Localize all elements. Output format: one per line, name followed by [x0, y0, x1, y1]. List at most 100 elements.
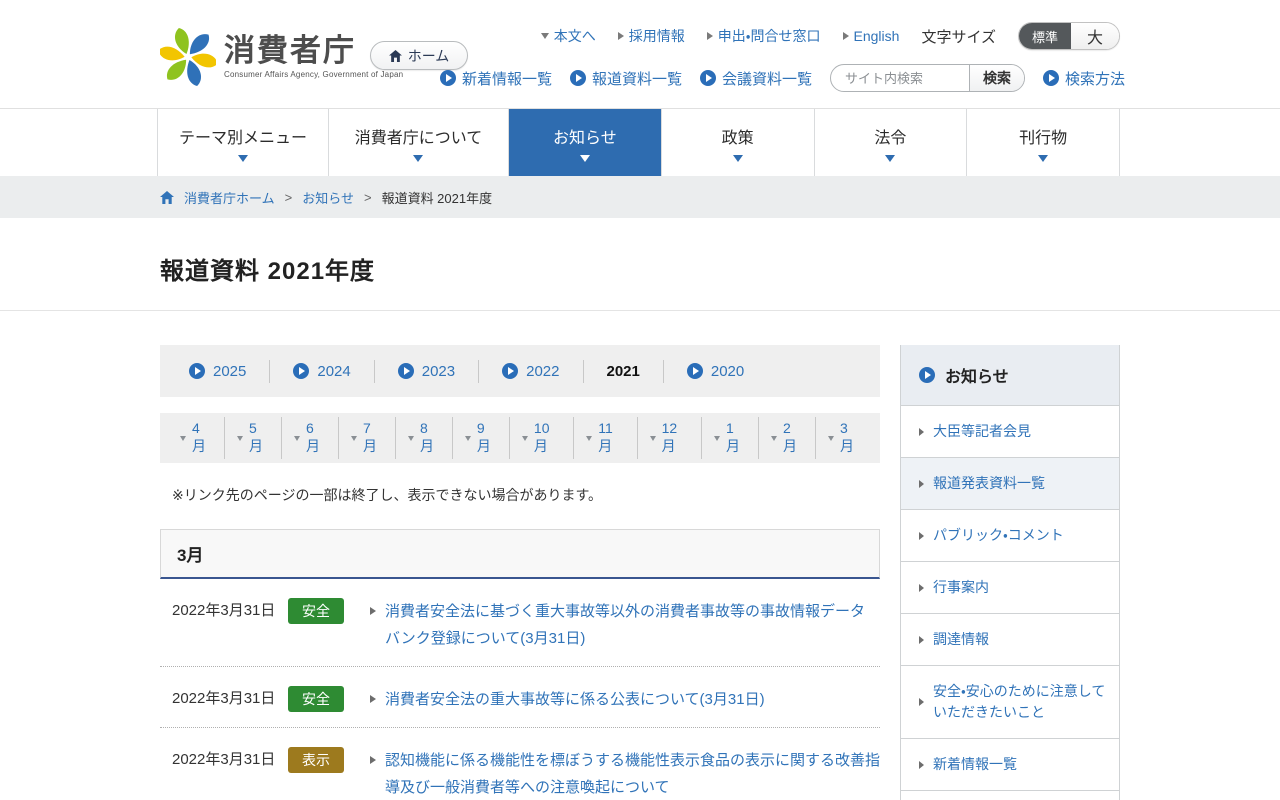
new-info-list-label: 新着情報一覧 [461, 70, 552, 88]
meeting-materials-list-link[interactable]: 会議資料一覧 [699, 68, 812, 89]
chevron-down-icon [732, 155, 743, 162]
inquiry-link[interactable]: 申出・問合せ窓口 [706, 26, 821, 46]
new-info-list-link[interactable]: 新着情報一覧 [439, 68, 552, 89]
chevron-down-icon [413, 155, 424, 162]
circle-arrow-icon [189, 363, 205, 379]
month-apr-link[interactable]: 4月 [168, 417, 224, 459]
sidebar-item-press-conference[interactable]: 大臣等記者会見 [901, 405, 1119, 457]
recruit-link[interactable]: 採用情報 [617, 26, 685, 46]
category-badge-display: 表示 [288, 747, 344, 773]
search-button[interactable]: 検索 [968, 65, 1024, 91]
title-band: 報道資料 2021年度 [0, 218, 1280, 311]
sidebar-item-safety-caution[interactable]: 安全・安心のために注意していただきたいこと [901, 665, 1119, 738]
press-materials-list-label: 報道資料一覧 [591, 70, 682, 88]
nav-theme-menu-label: テーマ別メニュー [178, 130, 307, 147]
utility-nav: 本文へ 採用情報 申出・問合せ窓口 English 文字サイズ 標準 大 [540, 22, 1120, 50]
arrow-right-icon [842, 32, 849, 40]
year-2022-link[interactable]: 2022 [478, 359, 582, 383]
month-feb-label: 2月 [782, 420, 797, 454]
arrow-right-icon [919, 635, 924, 644]
year-2022-label: 2022 [526, 362, 560, 380]
press-materials-list-link[interactable]: 報道資料一覧 [569, 68, 682, 89]
search-help-link[interactable]: 検索方法 [1042, 68, 1125, 89]
nav-publications[interactable]: 刊行物 [967, 109, 1121, 177]
arrow-right-icon [919, 760, 924, 769]
chevron-down-icon [885, 155, 896, 162]
year-2024-link[interactable]: 2024 [269, 359, 373, 383]
sidebar-item-label: パブリック・コメント [933, 527, 1064, 543]
sidebar-item-label: 報道発表資料一覧 [933, 475, 1045, 491]
month-jul-link[interactable]: 7月 [337, 417, 395, 459]
breadcrumb-bar: 消費者庁ホーム > お知らせ > 報道資料 2021年度 [0, 176, 1280, 218]
search-input[interactable] [830, 65, 969, 91]
chevron-down-icon [293, 435, 300, 441]
to-main-content-link[interactable]: 本文へ [540, 26, 596, 46]
news-link[interactable]: 消費者安全法に基づく重大事故等以外の消費者事故等の事故情報データバンク登録につい… [385, 598, 880, 652]
nav-about-agency[interactable]: 消費者庁について [329, 109, 510, 177]
year-2020-link[interactable]: 2020 [662, 359, 767, 383]
sidebar-item-events[interactable]: 行事案内 [901, 561, 1119, 613]
sidebar-item-label: 大臣等記者会見 [933, 423, 1031, 439]
font-size-standard-button[interactable]: 標準 [1019, 23, 1071, 49]
search-help-label: 検索方法 [1064, 70, 1125, 88]
news-link[interactable]: 認知機能に係る機能性を標ぼうする機能性表示食品の表示に関する改善指導及び一般消費… [385, 747, 880, 800]
breadcrumb-home-link[interactable]: 消費者庁ホーム [184, 188, 275, 207]
circle-arrow-icon [1042, 70, 1059, 86]
month-nov-link[interactable]: 11月 [573, 417, 636, 459]
circle-arrow-icon [699, 70, 716, 86]
chevron-down-icon [579, 155, 590, 162]
breadcrumb-news-link[interactable]: お知らせ [302, 188, 354, 207]
sidebar-item-label: 新着情報一覧 [933, 756, 1017, 772]
arrow-right-icon [370, 756, 376, 764]
chevron-down-icon [827, 435, 834, 441]
month-dec-link[interactable]: 12月 [636, 417, 701, 459]
month-may-link[interactable]: 5月 [223, 417, 281, 459]
sidebar-item-label: 調達情報 [933, 631, 989, 647]
sidebar-heading-label: お知らせ [945, 369, 1009, 386]
circle-arrow-icon [439, 70, 456, 86]
sidebar-item-press-release-list[interactable]: 報道発表資料一覧 [901, 457, 1119, 509]
page-title: 報道資料 2021年度 [160, 258, 376, 285]
sidebar-item-procurement[interactable]: 調達情報 [901, 613, 1119, 665]
nav-news-active[interactable]: お知らせ [509, 109, 662, 177]
sidebar-item-new-info-list[interactable]: 新着情報一覧 [901, 738, 1119, 790]
arrow-right-icon [617, 32, 624, 40]
news-row: 2022年3月31日 安全 消費者安全法の重大事故等に係る公表について(3月31… [160, 667, 880, 728]
inquiry-label: 申出・問合せ窓口 [717, 28, 821, 44]
sidebar-item-recall-info[interactable]: リコール情報 [901, 790, 1119, 800]
month-feb-link[interactable]: 2月 [757, 417, 815, 459]
english-link[interactable]: English [842, 28, 899, 44]
nav-theme-menu[interactable]: テーマ別メニュー [157, 109, 329, 177]
nav-policy[interactable]: 政策 [662, 109, 815, 177]
month-jun-link[interactable]: 6月 [280, 417, 338, 459]
main-navigation: テーマ別メニュー 消費者庁について お知らせ 政策 法令 刊行物 [0, 108, 1280, 177]
month-sep-link[interactable]: 9月 [451, 417, 509, 459]
news-link[interactable]: 消費者安全法の重大事故等に係る公表について(3月31日) [385, 686, 765, 713]
month-jan-link[interactable]: 1月 [701, 417, 758, 459]
chevron-down-icon [586, 435, 593, 441]
chevron-down-icon [540, 33, 549, 39]
circle-arrow-icon [397, 363, 414, 379]
home-icon [160, 190, 174, 204]
chevron-down-icon [770, 435, 777, 441]
month-jun-label: 6月 [305, 420, 320, 454]
month-oct-link[interactable]: 10月 [508, 417, 573, 459]
chevron-down-icon [464, 435, 471, 441]
nav-laws[interactable]: 法令 [815, 109, 968, 177]
month-sep-label: 9月 [476, 420, 491, 454]
chevron-down-icon [350, 435, 357, 441]
agency-logo[interactable]: 消費者庁 Consumer Affairs Agency, Government… [160, 28, 403, 86]
year-2025-link[interactable]: 2025 [166, 360, 269, 383]
sidebar-item-public-comment[interactable]: パブリック・コメント [901, 509, 1119, 561]
font-size-large-button[interactable]: 大 [1071, 23, 1119, 49]
sidebar-item-label: 行事案内 [933, 579, 989, 595]
month-mar-link[interactable]: 3月 [814, 417, 872, 459]
circle-arrow-icon [686, 363, 703, 379]
year-2023-link[interactable]: 2023 [373, 359, 478, 383]
breadcrumb-separator: > [284, 189, 293, 205]
to-main-content-label: 本文へ [553, 28, 596, 44]
arrow-right-icon [919, 427, 924, 436]
sidebar-item-label: 安全・安心のために注意していただきたいこと [933, 683, 1106, 720]
home-icon [388, 49, 402, 62]
month-aug-link[interactable]: 8月 [394, 417, 452, 459]
